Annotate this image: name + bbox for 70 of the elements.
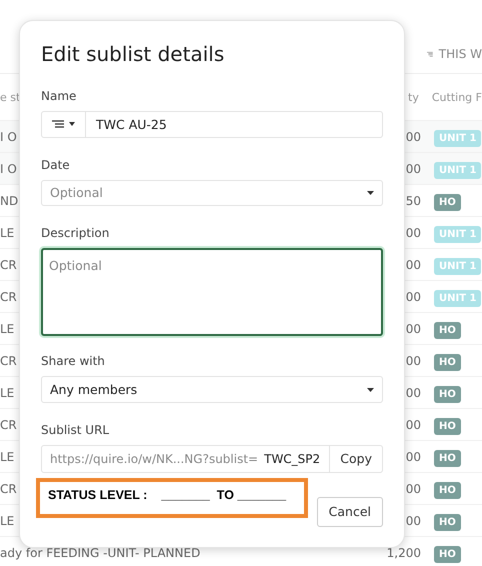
view-label: THIS W <box>438 47 482 61</box>
table-cell: 00 <box>406 354 421 368</box>
tag: HO <box>434 450 461 466</box>
list-icon <box>52 120 64 129</box>
table-cell: CR <box>0 482 17 496</box>
tag: UNIT 1 <box>434 258 482 274</box>
dialog-title: Edit sublist details <box>41 42 226 66</box>
table-cell: LE <box>0 514 14 528</box>
description-field[interactable]: Optional <box>41 248 383 336</box>
table-cell: 00 <box>406 418 421 432</box>
field-label: Date <box>41 158 71 172</box>
table-cell: 00 <box>406 322 421 336</box>
view-button[interactable]: THIS W <box>427 47 482 61</box>
tag: HO <box>434 514 461 530</box>
share-with-dropdown[interactable]: Any members <box>41 376 383 403</box>
table-cell: I O <box>0 130 17 144</box>
table-cell: I O <box>0 162 17 176</box>
cancel-button[interactable]: Cancel <box>316 496 383 527</box>
table-cell: 00 <box>406 130 421 144</box>
table-cell: 50 <box>406 194 421 208</box>
table-cell: LE <box>0 322 14 336</box>
name-field[interactable]: TWC AU-25 <box>41 111 383 138</box>
tag: UNIT 1 <box>434 162 482 178</box>
table-cell: 00 <box>406 514 421 528</box>
caret-icon <box>69 122 75 126</box>
field-label: Share with <box>41 354 106 368</box>
table-cell: LE <box>0 226 14 240</box>
field-label: Sublist URL <box>41 422 110 437</box>
table-cell: LE <box>0 450 14 464</box>
table-cell: ND <box>0 194 18 208</box>
table-cell: CR <box>0 354 17 368</box>
tag: HO <box>434 546 461 562</box>
name-value: TWC AU-25 <box>95 116 167 132</box>
tag: HO <box>434 354 461 370</box>
date-field[interactable]: Optional <box>41 180 383 206</box>
url-field[interactable]: https://quire.io/w/NK...NG?sublist= TWC_SP2 <box>41 444 330 473</box>
list-icon <box>427 49 433 59</box>
table-cell: 00 <box>406 162 421 176</box>
table-cell: 00 <box>406 290 421 304</box>
caret-icon <box>367 190 374 195</box>
table-cell: LE <box>0 386 14 400</box>
tag: UNIT 1 <box>434 130 482 146</box>
caret-icon <box>367 388 374 392</box>
table-cell: CR <box>0 258 17 272</box>
table-cell: 00 <box>406 226 421 240</box>
url-value: TWC_SP2 <box>264 452 320 466</box>
tag: HO <box>434 386 461 402</box>
tag: HO <box>434 322 461 338</box>
table-cell: CR <box>0 290 17 304</box>
url-prefix: https://quire.io/w/NK...NG?sublist= <box>50 452 258 466</box>
column-header: ty <box>408 90 419 104</box>
tag: UNIT 1 <box>434 290 482 306</box>
copy-button[interactable]: Copy <box>330 444 383 473</box>
tag: HO <box>434 482 461 498</box>
column-header: Cutting F <box>432 90 482 104</box>
table-cell: 00 <box>406 386 421 400</box>
field-label: Description <box>41 226 110 240</box>
table-cell: 00 <box>406 450 421 464</box>
share-value: Any members <box>50 382 138 398</box>
annotation-text: STATUS LEVEL : _______ TO _______ <box>48 488 286 502</box>
table-cell: 00 <box>406 482 421 496</box>
table-cell: CR <box>0 418 17 432</box>
table-cell: 00 <box>406 258 421 272</box>
tag: HO <box>434 194 461 210</box>
field-label: Name <box>41 89 78 103</box>
tag: UNIT 1 <box>434 226 482 242</box>
table-cell: ady for FEEDING -UNIT- PLANNED <box>0 546 200 560</box>
tag: HO <box>434 418 461 434</box>
date-placeholder: Optional <box>50 185 103 200</box>
table-cell: 1,200 <box>386 546 421 560</box>
